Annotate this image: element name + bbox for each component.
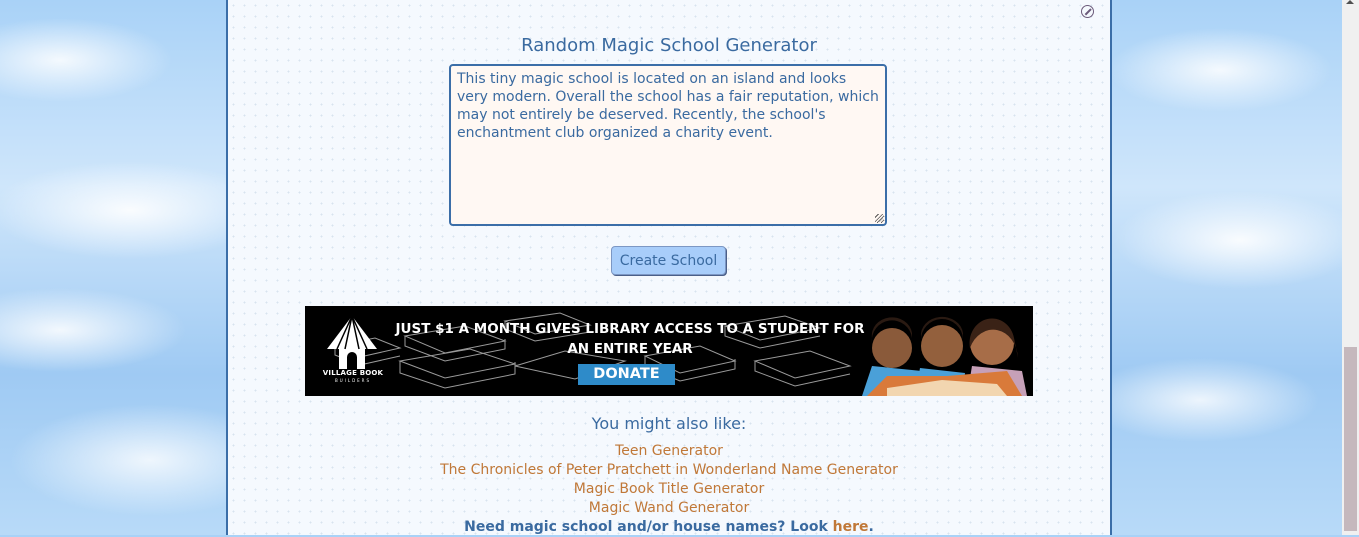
related-link-magic-book-title[interactable]: Magic Book Title Generator: [228, 480, 1110, 499]
related-links: Teen Generator The Chronicles of Peter P…: [228, 442, 1110, 537]
result-text: This tiny magic school is located on an …: [457, 71, 879, 141]
ad-headline-line1: JUST $1 A MONTH GIVES LIBRARY ACCESS TO …: [395, 321, 865, 337]
footer-note: Need magic school and/or house names? Lo…: [228, 518, 1110, 537]
related-heading: You might also like:: [591, 414, 747, 433]
result-textarea[interactable]: This tiny magic school is located on an …: [449, 64, 887, 226]
ad-banner[interactable]: VILLAGE BOOK BUILDERS JUST $1 A MONTH GI…: [305, 306, 1033, 396]
footer-suffix: .: [868, 519, 874, 535]
children-reading-photo: [862, 316, 1027, 396]
scrollbar-thumb[interactable]: [1344, 347, 1357, 531]
footer-prefix: Need magic school and/or house names? Lo…: [464, 519, 833, 535]
create-school-button[interactable]: Create School: [611, 246, 726, 275]
ad-headline-line2: AN ENTIRE YEAR: [567, 341, 693, 357]
related-link-teen-generator[interactable]: Teen Generator: [228, 442, 1110, 461]
donate-button[interactable]: DONATE: [578, 364, 675, 385]
resize-grip-icon[interactable]: [875, 214, 883, 222]
related-link-peter-pratchett[interactable]: The Chronicles of Peter Pratchett in Won…: [228, 461, 1110, 480]
ad-headline: JUST $1 A MONTH GIVES LIBRARY ACCESS TO …: [395, 319, 865, 359]
page-title: Random Magic School Generator: [521, 35, 817, 56]
block-circle-icon[interactable]: [1081, 5, 1094, 18]
page-scrollbar[interactable]: [1342, 0, 1359, 535]
ad-logo-subtext: BUILDERS: [334, 378, 371, 383]
generator-panel: Random Magic School Generator This tiny …: [226, 0, 1112, 535]
related-link-magic-wand[interactable]: Magic Wand Generator: [228, 499, 1110, 518]
footer-here-link[interactable]: here: [833, 519, 869, 535]
ad-logo-text: VILLAGE BOOK: [322, 369, 384, 377]
scroll-up-arrow-icon[interactable]: [1346, 0, 1354, 4]
